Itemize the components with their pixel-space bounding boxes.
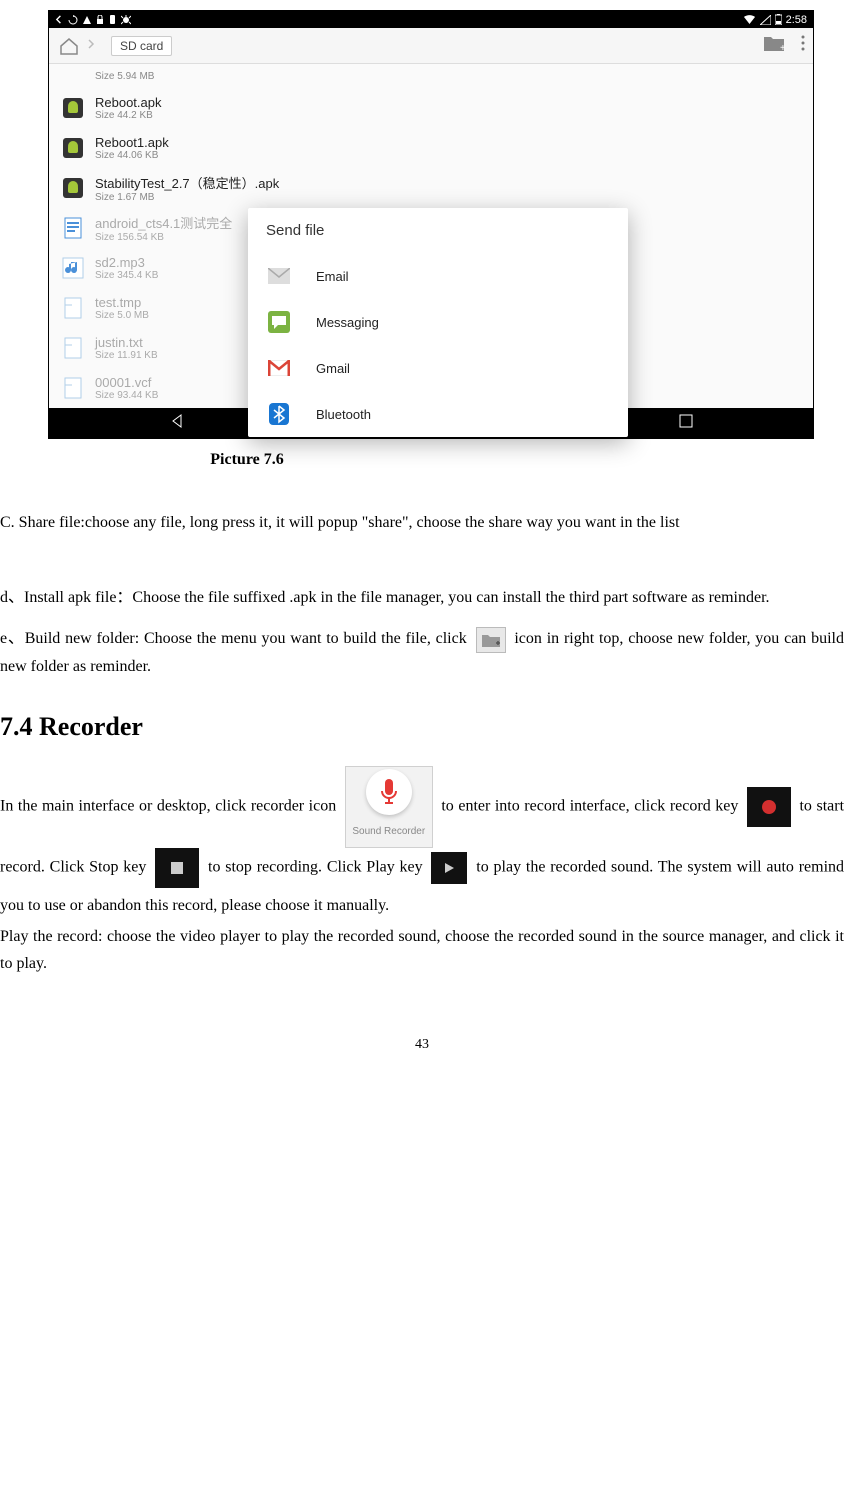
status-time: 2:58 xyxy=(786,14,807,26)
bug-status-icon xyxy=(121,15,131,25)
file-row[interactable]: Size 5.94 MB xyxy=(49,64,813,88)
figure-caption: Picture 7.6 xyxy=(0,451,844,469)
file-name: StabilityTest_2.7（稳定性）.apk xyxy=(95,173,279,192)
lock-status-icon xyxy=(96,15,104,25)
share-option-label: Bluetooth xyxy=(316,407,371,422)
overflow-menu-icon[interactable] xyxy=(801,35,805,56)
file-size: Size 44.06 KB xyxy=(95,150,169,161)
svg-text:+: + xyxy=(780,43,785,52)
download-status-icon xyxy=(108,15,117,25)
file-size: Size 11.91 KB xyxy=(95,350,158,361)
file-size: Size 93.44 KB xyxy=(95,390,158,401)
rec-p1-post: to enter into record interface, click re… xyxy=(441,798,743,815)
file-size: Size 345.4 KB xyxy=(95,270,158,281)
file-name: test.tmp xyxy=(95,295,149,310)
signal-icon xyxy=(760,15,771,25)
recorder-app-label: Sound Recorder xyxy=(352,821,425,843)
warning-icon xyxy=(82,15,92,25)
page-number: 43 xyxy=(0,1037,844,1053)
recorder-paragraph-2: Play the record: choose the video player… xyxy=(0,923,844,977)
file-type-icon xyxy=(59,62,87,90)
file-type-icon xyxy=(59,294,87,322)
share-option-label: Gmail xyxy=(316,361,350,376)
gmail-icon xyxy=(266,355,292,381)
share-option-messaging[interactable]: Messaging xyxy=(248,299,628,345)
new-folder-icon[interactable]: + xyxy=(763,34,785,57)
paragraph-c: C. Share file:choose any file, long pres… xyxy=(0,509,844,536)
paragraph-e: e、Build new folder: Choose the menu you … xyxy=(0,625,844,680)
file-type-icon xyxy=(59,94,87,122)
file-type-icon xyxy=(59,214,87,242)
section-heading-recorder: 7.4 Recorder xyxy=(0,712,844,742)
file-name: 00001.vcf xyxy=(95,375,158,390)
sound-recorder-app-icon: Sound Recorder xyxy=(345,766,433,848)
messaging-icon xyxy=(266,309,292,335)
wifi-icon xyxy=(743,15,756,25)
bluetooth-icon xyxy=(266,401,292,427)
file-size: Size 5.94 MB xyxy=(95,71,154,82)
home-icon[interactable] xyxy=(57,34,81,58)
file-type-icon xyxy=(59,134,87,162)
status-bar: 2:58 xyxy=(49,11,813,28)
file-size: Size 44.2 KB xyxy=(95,110,162,121)
file-type-icon xyxy=(59,254,87,282)
play-button-icon xyxy=(431,852,467,884)
file-name: justin.txt xyxy=(95,335,158,350)
battery-icon xyxy=(775,14,782,25)
file-name: sd2.mp3 xyxy=(95,255,158,270)
stop-button-icon xyxy=(155,848,199,888)
share-option-email[interactable]: Email xyxy=(248,253,628,299)
file-size: Size 1.67 MB xyxy=(95,192,279,203)
nav-back-icon[interactable] xyxy=(169,413,185,434)
share-option-label: Messaging xyxy=(316,315,379,330)
dialog-title: Send file xyxy=(248,208,628,253)
sync-icon xyxy=(68,15,78,25)
share-option-bluetooth[interactable]: Bluetooth xyxy=(248,391,628,437)
back-arrow-status-icon xyxy=(55,15,64,24)
email-icon xyxy=(266,263,292,289)
rec-p1-post3: to stop recording. Click Play key xyxy=(208,859,427,876)
share-option-gmail[interactable]: Gmail xyxy=(248,345,628,391)
file-row[interactable]: Reboot1.apkSize 44.06 KB xyxy=(49,128,813,168)
file-size: Size 5.0 MB xyxy=(95,310,149,321)
file-type-icon xyxy=(59,334,87,362)
file-type-icon xyxy=(59,174,87,202)
record-button-icon xyxy=(747,787,791,827)
file-name: android_cts4.1测试完全 xyxy=(95,213,232,232)
nav-recent-icon[interactable] xyxy=(679,414,693,433)
file-row[interactable]: StabilityTest_2.7（稳定性）.apkSize 1.67 MB xyxy=(49,168,813,208)
share-option-label: Email xyxy=(316,269,349,284)
recorder-paragraph-1: In the main interface or desktop, click … xyxy=(0,766,844,923)
paragraph-d: d、Install apk file：Choose the file suffi… xyxy=(0,584,844,611)
para-e-pre: e、Build new folder: Choose the menu you … xyxy=(0,630,472,647)
file-name: Reboot.apk xyxy=(95,95,162,110)
breadcrumb-sdcard[interactable]: SD card xyxy=(111,36,172,56)
rec-p1-pre: In the main interface or desktop, click … xyxy=(0,798,341,815)
new-folder-inline-icon xyxy=(476,627,506,653)
file-row[interactable]: Reboot.apkSize 44.2 KB xyxy=(49,88,813,128)
breadcrumb-chevron-icon xyxy=(87,37,95,55)
file-type-icon xyxy=(59,374,87,402)
file-size: Size 156.54 KB xyxy=(95,232,232,243)
send-file-dialog: Send file Email Messaging Gmail Bluetooth xyxy=(248,208,628,437)
file-name: Reboot1.apk xyxy=(95,135,169,150)
file-manager-toolbar: SD card + xyxy=(49,28,813,64)
